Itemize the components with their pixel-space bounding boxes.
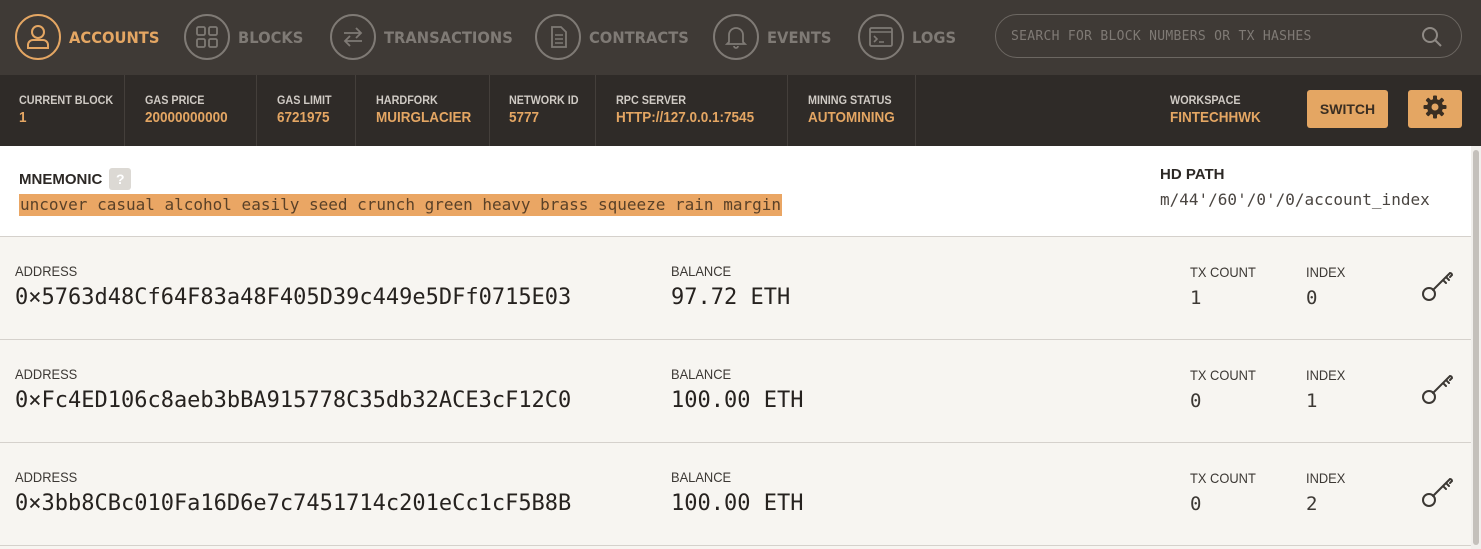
stat-hardfork: HARDFORK MUIRGLACIER [356, 75, 490, 146]
rpc-server-label: RPC SERVER [616, 93, 687, 107]
tx-count-label: TX COUNT [1190, 264, 1256, 280]
index-label: INDEX [1306, 470, 1346, 486]
tx-count-value: 1 [1190, 287, 1202, 309]
index-value: 1 [1306, 390, 1318, 412]
hardfork-value: MUIRGLACIER [376, 109, 472, 126]
nav-logs-label: LOGS [912, 27, 957, 47]
key-icon[interactable] [1420, 267, 1456, 303]
search-input[interactable] [1011, 28, 1461, 44]
current-block-label: CURRENT BLOCK [19, 93, 114, 107]
stat-network-id: NETWORK ID 5777 [490, 75, 596, 146]
gas-price-label: GAS PRICE [145, 93, 205, 107]
top-nav: ACCOUNTS BLOCKS TRANSACTIONS CONTRACTS E… [0, 0, 1481, 75]
address-label: ADDRESS [15, 469, 78, 485]
nav-blocks-label: BLOCKS [238, 27, 304, 47]
address-value: 0×3bb8CBc010Fa16D6e7c7451714c201eCc1cF5B… [15, 491, 572, 516]
tx-count-label: TX COUNT [1190, 367, 1256, 383]
hd-path-value: m/44'/60'/0'/0/account_index [1160, 190, 1430, 209]
person-icon [15, 14, 61, 60]
gas-price-value: 20000000000 [145, 109, 228, 126]
balance-label: BALANCE [671, 469, 732, 485]
scrollbar[interactable] [1471, 146, 1481, 549]
balance-value: 100.00 ETH [671, 388, 804, 413]
mining-status-value: AUTOMINING [808, 109, 895, 126]
nav-events[interactable]: EVENTS [713, 14, 837, 60]
bell-icon [713, 14, 759, 60]
stat-mining-status: MINING STATUS AUTOMINING [788, 75, 916, 146]
mining-status-label: MINING STATUS [808, 93, 892, 107]
nav-events-label: EVENTS [767, 27, 832, 47]
address-label: ADDRESS [15, 366, 78, 382]
gas-limit-value: 6721975 [277, 109, 330, 126]
current-block-value: 1 [19, 109, 27, 126]
document-icon [535, 14, 581, 60]
balance-label: BALANCE [671, 366, 732, 382]
switch-button[interactable]: SWITCH [1307, 90, 1388, 128]
account-row: ADDRESS 0×Fc4ED106c8aeb3bBA915778C35db32… [0, 340, 1471, 443]
mnemonic-label: MNEMONIC [19, 170, 103, 188]
rpc-server-value: HTTP://127.0.0.1:7545 [616, 109, 755, 126]
balance-value: 100.00 ETH [671, 491, 804, 516]
nav-accounts-label: ACCOUNTS [69, 27, 160, 47]
stat-gas-limit: GAS LIMIT 6721975 [257, 75, 356, 146]
nav-transactions-label: TRANSACTIONS [384, 27, 513, 47]
scrollbar-thumb[interactable] [1473, 150, 1479, 545]
nav-contracts[interactable]: CONTRACTS [535, 14, 698, 60]
index-label: INDEX [1306, 367, 1346, 383]
network-id-value: 5777 [509, 109, 540, 126]
terminal-icon [858, 14, 904, 60]
mnemonic-heading: MNEMONIC ? [19, 168, 132, 190]
nav-accounts[interactable]: ACCOUNTS [15, 14, 167, 60]
stat-rpc-server: RPC SERVER HTTP://127.0.0.1:7545 [596, 75, 788, 146]
address-label: ADDRESS [15, 263, 78, 279]
nav-contracts-label: CONTRACTS [589, 27, 689, 47]
network-id-label: NETWORK ID [509, 93, 579, 107]
search-box [995, 14, 1462, 58]
workspace-label: WORKSPACE [1170, 93, 1241, 107]
nav-blocks[interactable]: BLOCKS [184, 14, 309, 60]
hardfork-label: HARDFORK [376, 93, 438, 107]
account-row: ADDRESS 0×3bb8CBc010Fa16D6e7c7451714c201… [0, 443, 1471, 546]
balance-value: 97.72 ETH [671, 285, 791, 310]
nav-logs[interactable]: LOGS [858, 14, 960, 60]
address-value: 0×Fc4ED106c8aeb3bBA915778C35db32ACE3cF12… [15, 388, 572, 413]
address-value: 0×5763d48Cf64F83a48F405D39c449e5DFf0715E… [15, 285, 572, 310]
stat-current-block: CURRENT BLOCK 1 [0, 75, 125, 146]
index-value: 2 [1306, 493, 1318, 515]
search-icon[interactable] [1421, 26, 1443, 53]
gear-icon [1423, 95, 1447, 124]
settings-button[interactable] [1408, 90, 1462, 128]
stat-workspace: WORKSPACE FINTECHHWK [1150, 75, 1290, 146]
tx-count-label: TX COUNT [1190, 470, 1256, 486]
workspace-value: FINTECHHWK [1170, 109, 1261, 126]
arrows-icon [330, 14, 376, 60]
mnemonic-panel: MNEMONIC ? uncover casual alcohol easily… [0, 146, 1471, 237]
tx-count-value: 0 [1190, 390, 1202, 412]
account-row: ADDRESS 0×5763d48Cf64F83a48F405D39c449e5… [0, 237, 1471, 340]
index-label: INDEX [1306, 264, 1346, 280]
tx-count-value: 0 [1190, 493, 1202, 515]
balance-label: BALANCE [671, 263, 732, 279]
help-icon[interactable]: ? [109, 168, 132, 190]
gas-limit-label: GAS LIMIT [277, 93, 332, 107]
key-icon[interactable] [1420, 370, 1456, 406]
hd-path-label: HD PATH [1160, 166, 1225, 183]
stat-gas-price: GAS PRICE 20000000000 [125, 75, 257, 146]
nav-transactions[interactable]: TRANSACTIONS [330, 14, 524, 60]
index-value: 0 [1306, 287, 1318, 309]
status-bar: CURRENT BLOCK 1 GAS PRICE 20000000000 GA… [0, 75, 1481, 146]
grid-icon [184, 14, 230, 60]
key-icon[interactable] [1420, 473, 1456, 509]
mnemonic-words: uncover casual alcohol easily seed crunc… [19, 194, 782, 216]
